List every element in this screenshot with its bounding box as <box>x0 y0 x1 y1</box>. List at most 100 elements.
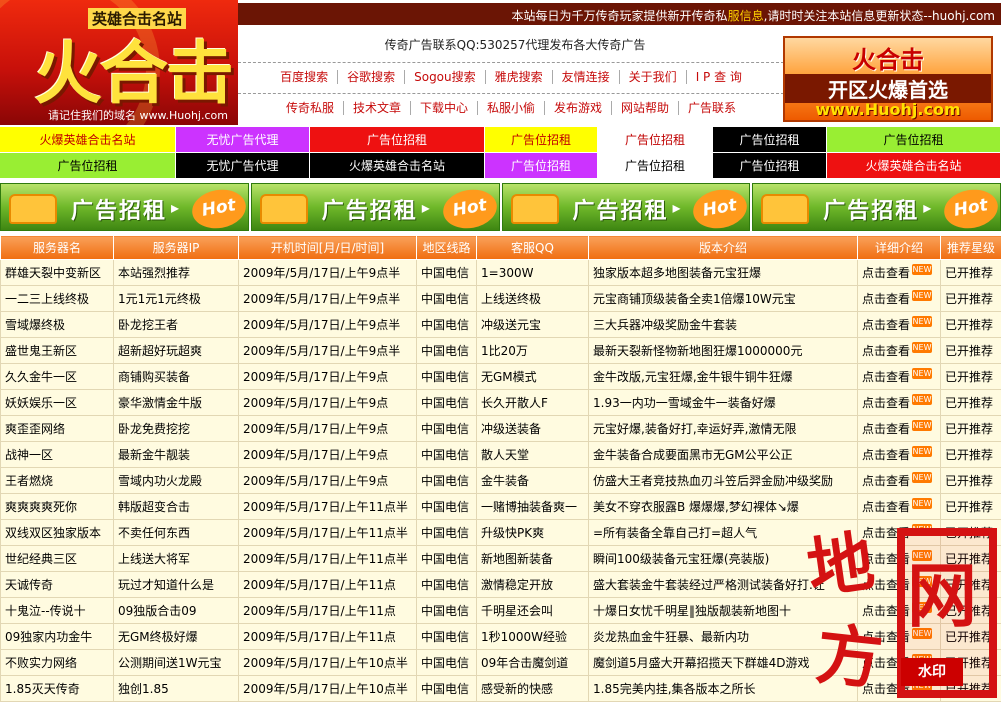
table-row: 盛世鬼王新区 超新超好玩超爽 2009年/5月/17日/上午9点半 中国电信 1比20万… <box>0 337 1001 364</box>
view-details-link[interactable]: 点击查看 <box>862 370 910 384</box>
view-details-link[interactable]: 点击查看 <box>862 448 910 462</box>
view-details-link[interactable]: 点击查看 <box>862 682 910 696</box>
ad-link[interactable]: 无忧广告代理 <box>176 127 310 153</box>
new-badge-icon: NEW <box>912 316 933 327</box>
sofa-icon <box>761 194 810 224</box>
open-time-cell: 2009年/5月/17日/上午11点 <box>238 623 417 650</box>
ad-rent-banner[interactable]: 广告招租 ▸ Hot <box>752 183 1001 231</box>
ad-link[interactable]: 广告位招租 <box>485 127 598 153</box>
server-name-cell[interactable]: 09独家内功金牛 <box>0 623 114 650</box>
rating-cell: 已开推荐 <box>940 675 1001 702</box>
view-details-link[interactable]: 点击查看 <box>862 656 910 670</box>
rating-cell: 已开推荐 <box>940 649 1001 676</box>
new-badge-icon: NEW <box>912 264 933 275</box>
server-name-cell[interactable]: 王者燃烧 <box>0 467 114 494</box>
version-intro-cell: 三大兵器冲级奖励金牛套装 <box>588 311 858 338</box>
version-intro-cell: =所有装备全靠自己打=超人气 <box>588 519 858 546</box>
nav-link-yahoo-search[interactable]: 雅虎搜索 <box>484 69 552 84</box>
server-name-cell[interactable]: 战神一区 <box>0 441 114 468</box>
ad-link[interactable]: 广告位招租 <box>713 153 827 179</box>
ad-link[interactable]: 广告位招租 <box>310 127 485 153</box>
nav-link-publish-game[interactable]: 发布游戏 <box>544 100 611 115</box>
view-details-link[interactable]: 点击查看 <box>862 292 910 306</box>
table-row: 雪域爆终极 卧龙挖王者 2009年/5月/17日/上午9点半 中国电信 冲级送元宝 三大兵… <box>0 311 1001 338</box>
nav-link-help[interactable]: 网站帮助 <box>611 100 678 115</box>
details-cell: 点击查看 NEW <box>857 337 941 364</box>
details-cell: 点击查看 NEW <box>857 675 941 702</box>
view-details-link[interactable]: 点击查看 <box>862 604 910 618</box>
service-qq-cell: 冲级送装备 <box>476 415 589 442</box>
ad-link[interactable]: 广告位招租 <box>598 153 713 179</box>
nav-link-sogou-search[interactable]: Sogou搜索 <box>404 69 485 84</box>
server-name-cell[interactable]: 一二三上线终极 <box>0 285 114 312</box>
nav-link-ad-contact[interactable]: 广告联系 <box>678 100 745 115</box>
server-name-cell[interactable]: 爽歪歪网络 <box>0 415 114 442</box>
top-notice-bar: 本站每日为千万传奇玩家提供新开传奇私服信息,请时时关注本站信息更新状态--huo… <box>238 3 1001 25</box>
ad-link[interactable]: 广告位招租 <box>0 153 176 179</box>
nav-link-baidu-search[interactable]: 百度搜索 <box>271 70 337 84</box>
server-name-cell[interactable]: 不败实力网络 <box>0 649 114 676</box>
ad-link[interactable]: 火爆英雄合击名站 <box>310 153 485 179</box>
open-time-cell: 2009年/5月/17日/上午11点半 <box>238 545 417 572</box>
ad-link[interactable]: 广告位招租 <box>485 153 598 179</box>
rating-cell: 已开推荐 <box>940 597 1001 624</box>
table-row: 天诚传奇 玩过才知道什么是 2009年/5月/17日/上午11点 中国电信 激情稳定开放… <box>0 571 1001 598</box>
view-details-link[interactable]: 点击查看 <box>862 500 910 514</box>
version-intro-cell: 十爆日女忧千明星‖独版靓装新地图十 <box>588 597 858 624</box>
server-name-cell[interactable]: 双线双区独家版本 <box>0 519 114 546</box>
ad-rent-banner[interactable]: 广告招租 ▸ Hot <box>0 183 249 231</box>
nav-link-downloads[interactable]: 下载中心 <box>409 100 477 115</box>
nav-link-server-thief[interactable]: 私服小偷 <box>476 100 544 115</box>
ad-rent-banner[interactable]: 广告招租 ▸ Hot <box>250 183 500 231</box>
view-details-link[interactable]: 点击查看 <box>862 578 910 592</box>
new-badge-icon: NEW <box>912 472 933 483</box>
server-name-cell[interactable]: 爽爽爽爽死你 <box>0 493 114 520</box>
table-header-row: 服务器名 服务器IP 开机时间[月/日/时间] 地区线路 客服QQ 版本介绍 详… <box>0 235 1001 260</box>
ad-link[interactable]: 火爆英雄合击名站 <box>0 127 176 153</box>
server-name-cell[interactable]: 十鬼泣--传说十 <box>0 597 114 624</box>
nav-link-private-servers[interactable]: 传奇私服 <box>277 101 343 115</box>
header-ad-banner[interactable]: 火合击 开区火爆首选 www.Huohj.com <box>783 36 993 122</box>
server-ip-cell: 最新金牛靓装 <box>113 441 239 468</box>
view-details-link[interactable]: 点击查看 <box>862 344 910 358</box>
version-intro-cell: 魔剑道5月盛大开幕招揽天下群雄4D游戏 <box>588 649 858 676</box>
view-details-link[interactable]: 点击查看 <box>862 526 910 540</box>
view-details-link[interactable]: 点击查看 <box>862 630 910 644</box>
server-name-cell[interactable]: 雪域爆终极 <box>0 311 114 338</box>
ad-link[interactable]: 广告位招租 <box>827 127 1001 153</box>
ad-link[interactable]: 广告位招租 <box>713 127 827 153</box>
view-details-link[interactable]: 点击查看 <box>862 552 910 566</box>
ad-link-row: 广告位招租 无忧广告代理 火爆英雄合击名站 广告位招租 广告位招租 广告位招租 … <box>0 153 1001 179</box>
view-details-link[interactable]: 点击查看 <box>862 474 910 488</box>
nav-link-about-us[interactable]: 关于我们 <box>618 69 686 84</box>
server-name-cell[interactable]: 1.85灭天传奇 <box>0 675 114 702</box>
site-logo[interactable]: 英雄合击名站 火合击 请记住我们的域名 www.Huohj.com <box>0 0 238 125</box>
notice-part-c: ,请时时关注本站信息更新状态--huohj.com <box>763 9 995 23</box>
server-name-cell[interactable]: 天诚传奇 <box>0 571 114 598</box>
ad-link-row: 火爆英雄合击名站 无忧广告代理 广告位招租 广告位招租 广告位招租 广告位招租 … <box>0 127 1001 153</box>
server-name-cell[interactable]: 世纪经典三区 <box>0 545 114 572</box>
server-name-cell[interactable]: 久久金牛一区 <box>0 363 114 390</box>
nav-link-google-search[interactable]: 谷歌搜索 <box>337 69 404 84</box>
view-details-link[interactable]: 点击查看 <box>862 318 910 332</box>
table-row: 爽爽爽爽死你 韩版超变合击 2009年/5月/17日/上午11点半 中国电信 一赌博抽装… <box>0 493 1001 520</box>
region-cell: 中国电信 <box>416 389 477 416</box>
server-ip-cell: 不卖任何东西 <box>113 519 239 546</box>
ad-link[interactable]: 火爆英雄合击名站 <box>827 153 1001 179</box>
nav-link-tech-articles[interactable]: 技术文章 <box>342 100 410 115</box>
details-cell: 点击查看 NEW <box>857 571 941 598</box>
ad-rent-banner[interactable]: 广告招租 ▸ Hot <box>501 183 751 231</box>
view-details-link[interactable]: 点击查看 <box>862 396 910 410</box>
server-name-cell[interactable]: 群雄天裂中变新区 <box>0 259 114 286</box>
server-name-cell[interactable]: 妖妖娱乐一区 <box>0 389 114 416</box>
server-name-cell[interactable]: 盛世鬼王新区 <box>0 337 114 364</box>
nav-link-ip-lookup[interactable]: I P 查 询 <box>685 69 751 84</box>
open-time-cell: 2009年/5月/17日/上午10点半 <box>238 675 417 702</box>
region-cell: 中国电信 <box>416 493 477 520</box>
ad-link[interactable]: 无忧广告代理 <box>176 153 310 179</box>
view-details-link[interactable]: 点击查看 <box>862 422 910 436</box>
region-cell: 中国电信 <box>416 467 477 494</box>
view-details-link[interactable]: 点击查看 <box>862 266 910 280</box>
ad-link[interactable]: 广告位招租 <box>598 127 713 153</box>
nav-link-friend-links[interactable]: 友情连接 <box>551 69 619 84</box>
